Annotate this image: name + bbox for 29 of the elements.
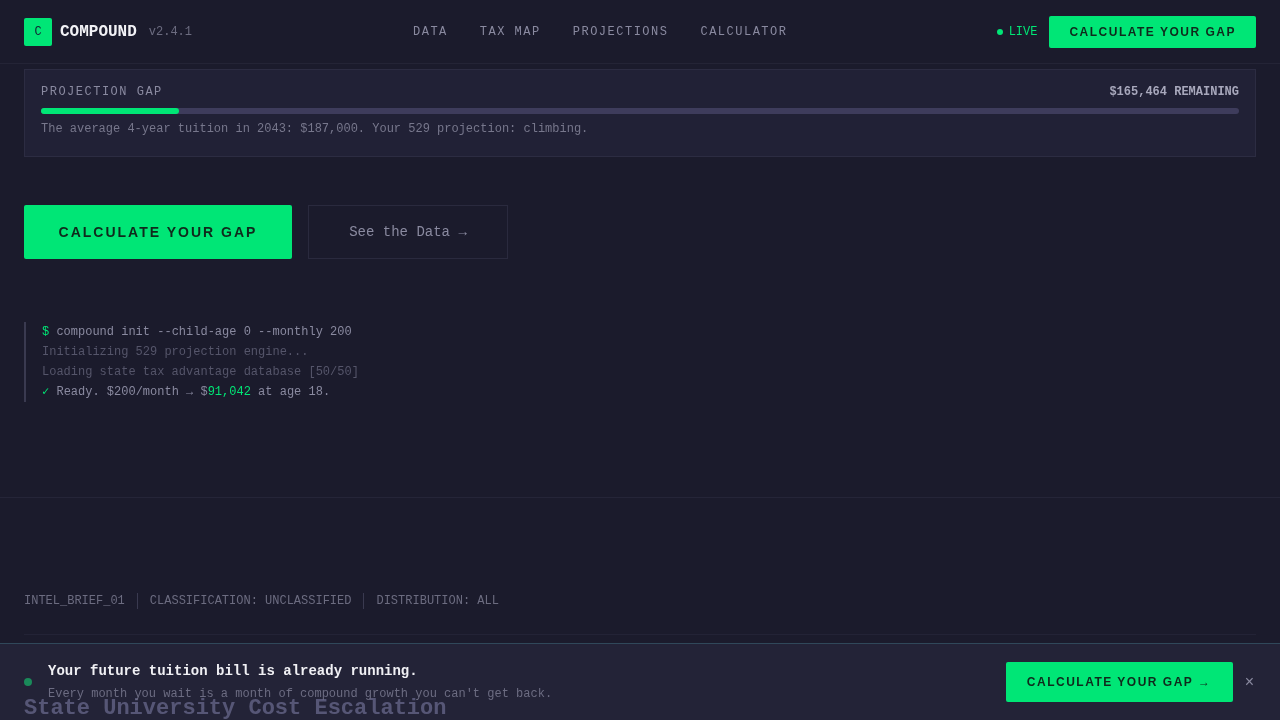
brand-name: COMPOUND xyxy=(60,22,137,41)
live-dot-icon xyxy=(996,28,1003,35)
log-line: Initializing 529 projection engine... xyxy=(42,344,310,361)
close-button[interactable]: × xyxy=(1242,673,1256,691)
calculate-button[interactable]: CALCULATE YOUR GAP → xyxy=(1005,662,1233,702)
nav-link[interactable]: PROJECTIONS xyxy=(572,24,669,39)
meta-label: DISTRIBUTION: ALL xyxy=(376,594,499,608)
live-status: LIVE xyxy=(1008,24,1038,39)
log-line: Loading state tax advantage database [50/50] xyxy=(42,364,360,381)
meta-label: INTEL_BRIEF_01 xyxy=(24,594,125,608)
result-text: Ready. $200/month → $91,042 at age 18. xyxy=(56,385,331,399)
calculate-button[interactable]: CALCULATE YOUR GAP xyxy=(1049,15,1256,48)
banner-title: Your future tuition bill is already running. xyxy=(48,663,419,679)
remaining-amount: $165,464 REMAINING xyxy=(1109,85,1239,99)
gap-label: PROJECTION GAP xyxy=(41,85,163,99)
gap-note: The average 4-year tuition in 2043: $187,000. Your 529 projection: climbing. xyxy=(41,122,590,136)
nav-link[interactable]: DATA xyxy=(413,24,448,39)
section-heading: State University Cost Escalation xyxy=(24,699,447,719)
check-icon: ✓ xyxy=(42,385,50,399)
status-dot-icon xyxy=(24,678,32,686)
version-label: v2.4.1 xyxy=(148,24,193,39)
command-text: compound init --child-age 0 --monthly 200 xyxy=(56,325,352,339)
see-data-button[interactable]: See the Data → xyxy=(308,205,508,259)
logo-mark[interactable]: C xyxy=(24,17,52,46)
prompt-symbol: $ xyxy=(42,325,50,339)
meta-label: CLASSIFICATION: UNCLASSIFIED xyxy=(149,594,352,608)
nav-link[interactable]: CALCULATOR xyxy=(700,24,788,39)
calculate-button[interactable]: CALCULATE YOUR GAP xyxy=(24,205,292,259)
nav-link[interactable]: TAX MAP xyxy=(479,24,541,39)
